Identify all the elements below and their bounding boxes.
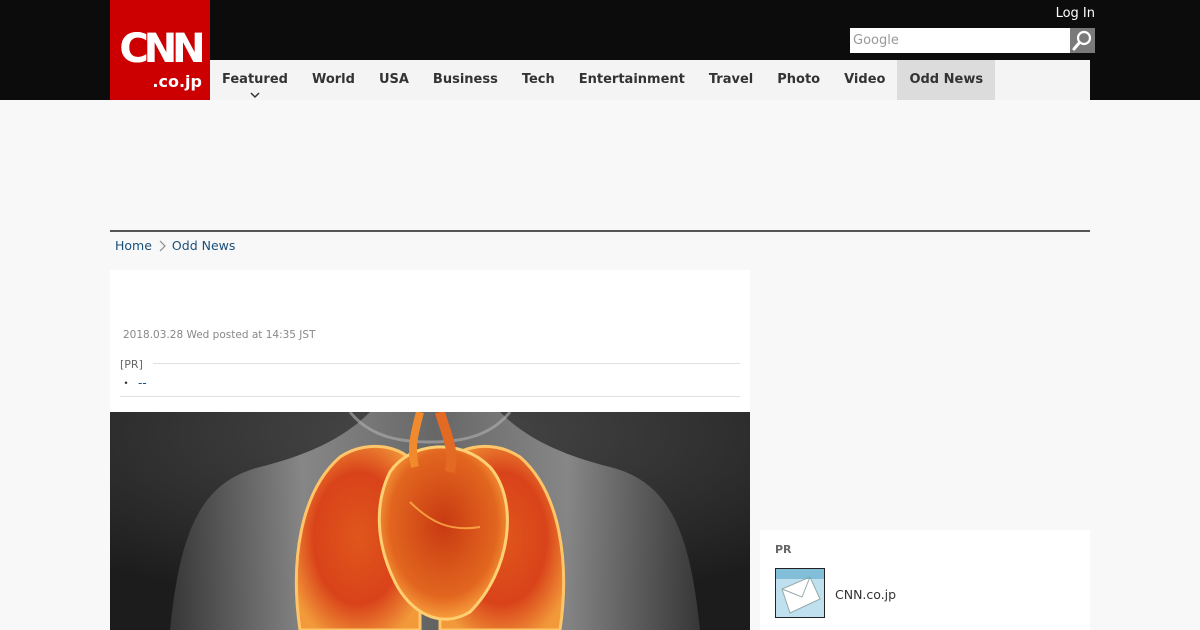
- chevron-right-icon: [159, 240, 166, 251]
- pr-label: [PR]: [120, 358, 143, 371]
- bullet: ・: [120, 376, 133, 390]
- sidebar-pr-label: PR: [775, 543, 792, 556]
- nav-item-world[interactable]: World: [300, 60, 367, 100]
- nav-item-featured[interactable]: Featured: [210, 60, 300, 100]
- search-input[interactable]: [850, 28, 1070, 53]
- post-date: 2018.03.28 Wed posted at 14:35 JST: [123, 329, 316, 341]
- pr-link[interactable]: ・ --: [120, 374, 147, 391]
- login-link[interactable]: Log In: [1056, 6, 1095, 21]
- logo-text: CNN: [119, 26, 205, 72]
- nav-item-video[interactable]: Video: [832, 60, 897, 100]
- nav-item-usa[interactable]: USA: [367, 60, 421, 100]
- sidebar-pr-box: PR CNN.co.jp: [760, 530, 1090, 630]
- breadcrumb-current[interactable]: Odd News: [172, 238, 235, 253]
- logo-subtext: .co.jp: [152, 72, 202, 91]
- cnn-logo[interactable]: CNN .co.jp: [110, 0, 210, 100]
- search-icon: [1072, 30, 1092, 51]
- anatomy-heart-lungs-image: [110, 412, 750, 630]
- nav-item-entertainment[interactable]: Entertainment: [567, 60, 697, 100]
- pr-divider-bottom: [120, 396, 740, 397]
- breadcrumb: Home Odd News: [115, 238, 235, 253]
- sidebar-item-text[interactable]: CNN.co.jp: [835, 587, 896, 602]
- mail-icon: [776, 569, 824, 617]
- nav-item-odd-news[interactable]: Odd News: [897, 60, 996, 100]
- section-divider: [110, 230, 1090, 232]
- search-button[interactable]: [1070, 28, 1095, 53]
- nav-item-tech[interactable]: Tech: [510, 60, 567, 100]
- nav-item-business[interactable]: Business: [421, 60, 510, 100]
- article-card: 2018.03.28 Wed posted at 14:35 JST [PR] …: [110, 270, 750, 630]
- sidebar-thumbnail[interactable]: [775, 568, 825, 618]
- pr-divider: [153, 363, 740, 364]
- main-nav: Featured World USA Business Tech Enterta…: [210, 60, 1090, 100]
- nav-item-travel[interactable]: Travel: [697, 60, 765, 100]
- chevron-down-icon: [250, 92, 260, 99]
- article-hero-image: [110, 412, 750, 630]
- breadcrumb-home[interactable]: Home: [115, 238, 152, 253]
- nav-item-photo[interactable]: Photo: [765, 60, 832, 100]
- pr-link-text: --: [138, 376, 147, 390]
- nav-item-label: Featured: [222, 72, 288, 87]
